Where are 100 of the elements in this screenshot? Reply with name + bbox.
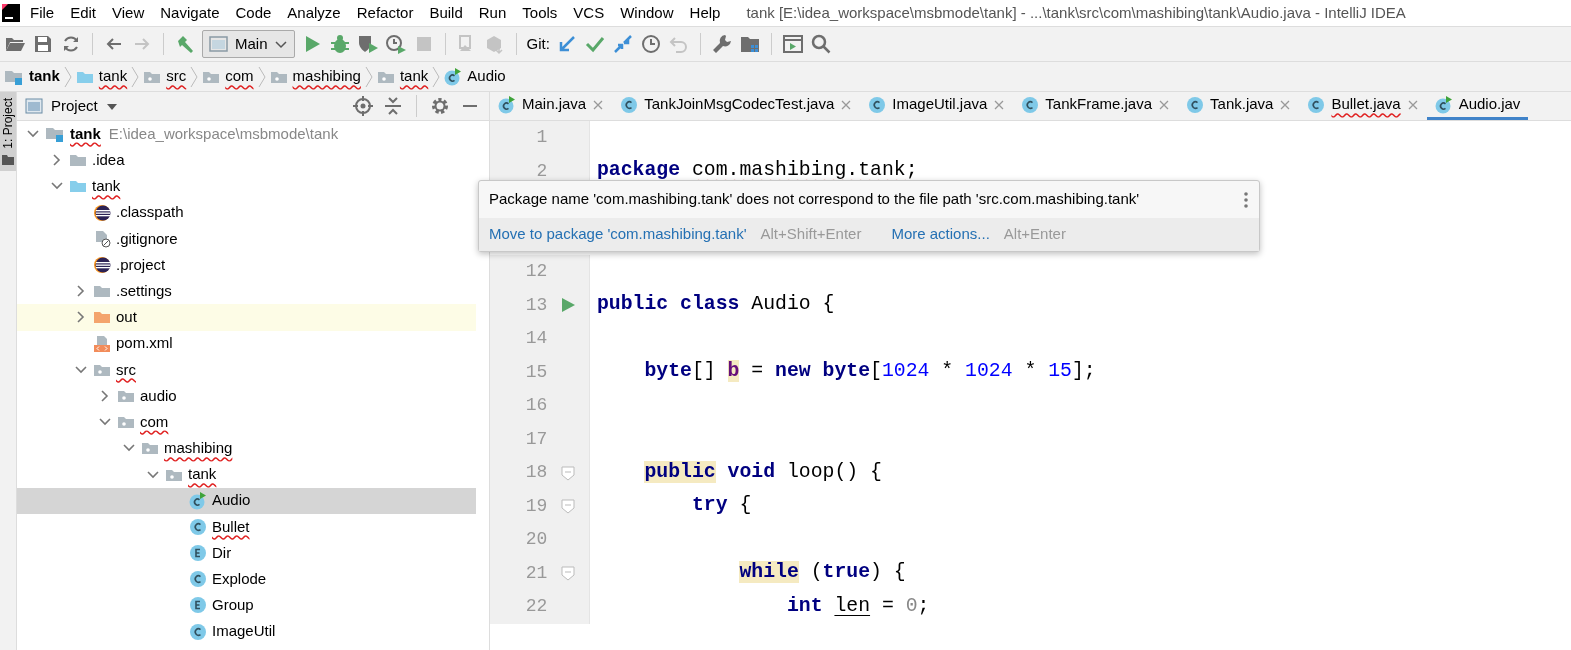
- close-icon[interactable]: [592, 98, 605, 111]
- class-icon: [1021, 95, 1040, 114]
- tree-item[interactable]: mashibing: [17, 435, 476, 462]
- menu-item[interactable]: File: [22, 1, 63, 25]
- menu-item[interactable]: Build: [421, 1, 471, 25]
- chevron-icon: [63, 65, 72, 88]
- menu-item[interactable]: Refactor: [348, 1, 422, 25]
- code-line: public class Audio {: [596, 292, 835, 318]
- class-icon: [868, 95, 887, 114]
- tree-item[interactable]: audio: [17, 382, 476, 410]
- tree-item[interactable]: tank: [17, 173, 476, 200]
- shield-run-icon[interactable]: [356, 33, 379, 55]
- editor-tab[interactable]: TankJoinMsgCodecTest.java: [612, 92, 861, 120]
- tree-item[interactable]: com: [17, 409, 476, 436]
- save-icon[interactable]: [32, 33, 54, 55]
- chevron-icon: [257, 65, 266, 88]
- menu-item[interactable]: Code: [227, 1, 280, 25]
- target-icon[interactable]: [352, 95, 374, 117]
- clock-run-icon[interactable]: [384, 33, 407, 55]
- class-icon: [189, 570, 207, 589]
- editor-tab[interactable]: TankFrame.java: [1013, 92, 1179, 120]
- line-number: 14: [524, 327, 548, 351]
- enum-icon: [189, 596, 207, 615]
- quick-fix-link[interactable]: Move to package 'com.mashibing.tank': [489, 223, 747, 246]
- close-icon[interactable]: [1158, 98, 1171, 111]
- bug-icon[interactable]: [328, 33, 351, 55]
- menu-item[interactable]: Analyze: [279, 1, 349, 25]
- tree-item[interactable]: Dir: [17, 540, 476, 567]
- tree-item[interactable]: Audio: [17, 487, 476, 514]
- git-label: Git:: [526, 33, 550, 54]
- quick-fix-link[interactable]: More actions...: [891, 223, 990, 246]
- window-icon: [209, 35, 229, 53]
- menu-item[interactable]: View: [104, 1, 153, 25]
- run-window-icon[interactable]: [781, 33, 804, 55]
- breadcrumb[interactable]: src: [143, 65, 187, 88]
- clock-icon[interactable]: [639, 33, 662, 55]
- tree-item[interactable]: .project: [17, 251, 476, 279]
- breadcrumb[interactable]: mashibing: [269, 65, 361, 88]
- tree-item[interactable]: Group: [17, 592, 476, 619]
- code-line: public void loop() {: [643, 459, 882, 485]
- settings-icon[interactable]: [429, 95, 451, 117]
- breadcrumb[interactable]: tank: [4, 65, 60, 88]
- tree-item[interactable]: ImageUtil: [17, 618, 476, 645]
- breadcrumb[interactable]: tank: [376, 65, 429, 88]
- line-number: 22: [524, 595, 548, 619]
- menu-item[interactable]: Run: [470, 1, 515, 25]
- class-icon: [1186, 95, 1205, 114]
- tree-item[interactable]: src: [17, 356, 476, 383]
- tool-window-button[interactable]: 1: Project: [0, 92, 16, 171]
- window-title: tank [E:\idea_workspace\msbmode\tank] - ...\tank\src\com\mashibing\tank\Audio.java - IntelliJ IDEA: [746, 2, 1406, 23]
- line-number: 16: [524, 394, 548, 418]
- runnable-class-icon: [1434, 95, 1453, 114]
- code-line: try {: [690, 493, 752, 519]
- menu-item[interactable]: Navigate: [152, 1, 228, 25]
- tree-item[interactable]: out: [17, 304, 476, 331]
- menu-item[interactable]: Tools: [514, 1, 566, 25]
- tree-item[interactable]: Bullet: [17, 513, 476, 540]
- run-configuration-dropdown[interactable]: Main: [202, 30, 295, 58]
- menu-item[interactable]: Edit: [62, 1, 105, 25]
- eclipse-icon: [93, 203, 111, 222]
- editor-tab[interactable]: Tank.java: [1178, 92, 1300, 120]
- tree-item[interactable]: .settings: [17, 278, 476, 305]
- close-icon[interactable]: [840, 98, 853, 111]
- panel-view-selector[interactable]: Project: [25, 94, 118, 118]
- tree-item[interactable]: tank: [17, 461, 476, 488]
- editor-tab[interactable]: ImageUtil.java: [860, 92, 1014, 120]
- menu-item[interactable]: Window: [612, 1, 682, 25]
- tree-item[interactable]: .idea: [17, 147, 476, 174]
- run-gutter-icon[interactable]: [560, 296, 577, 315]
- breadcrumb[interactable]: com: [202, 65, 254, 88]
- code-line: int len = 0;: [785, 593, 930, 619]
- close-icon[interactable]: [1406, 98, 1419, 111]
- tree-item[interactable]: .gitignore: [17, 225, 476, 252]
- tree-item[interactable]: .classpath: [17, 199, 476, 226]
- editor-tab[interactable]: Bullet.java: [1299, 92, 1427, 120]
- chevron-icon: [364, 65, 373, 88]
- line-number: 12: [524, 260, 548, 284]
- tree-item[interactable]: pom.xml: [17, 330, 476, 357]
- editor-tab[interactable]: Main.java: [490, 92, 613, 120]
- tree-item[interactable]: tank E:\idea_workspace\msbmode\tank: [17, 121, 476, 148]
- line-number: 17: [524, 427, 548, 451]
- code-line: while (true) {: [738, 560, 906, 586]
- search-icon[interactable]: [809, 33, 832, 55]
- fold-icon[interactable]: [560, 498, 577, 515]
- line-number: 21: [524, 561, 548, 585]
- enum-icon: [189, 544, 207, 563]
- eclipse-icon: [93, 256, 111, 275]
- menu-item[interactable]: VCS: [565, 1, 613, 25]
- fold-icon[interactable]: [560, 565, 577, 582]
- more-options-icon[interactable]: [1243, 190, 1249, 209]
- chevron-icon: [190, 65, 199, 88]
- tree-item[interactable]: Explode: [17, 566, 476, 593]
- collapse-icon[interactable]: [382, 95, 404, 117]
- ignore-file-icon: [93, 229, 111, 248]
- breadcrumb[interactable]: tank: [75, 65, 128, 88]
- close-icon[interactable]: [1279, 98, 1292, 111]
- fold-icon[interactable]: [560, 464, 577, 481]
- breadcrumb[interactable]: Audio: [444, 65, 506, 88]
- menu-item[interactable]: Help: [681, 1, 729, 25]
- close-icon[interactable]: [993, 98, 1006, 111]
